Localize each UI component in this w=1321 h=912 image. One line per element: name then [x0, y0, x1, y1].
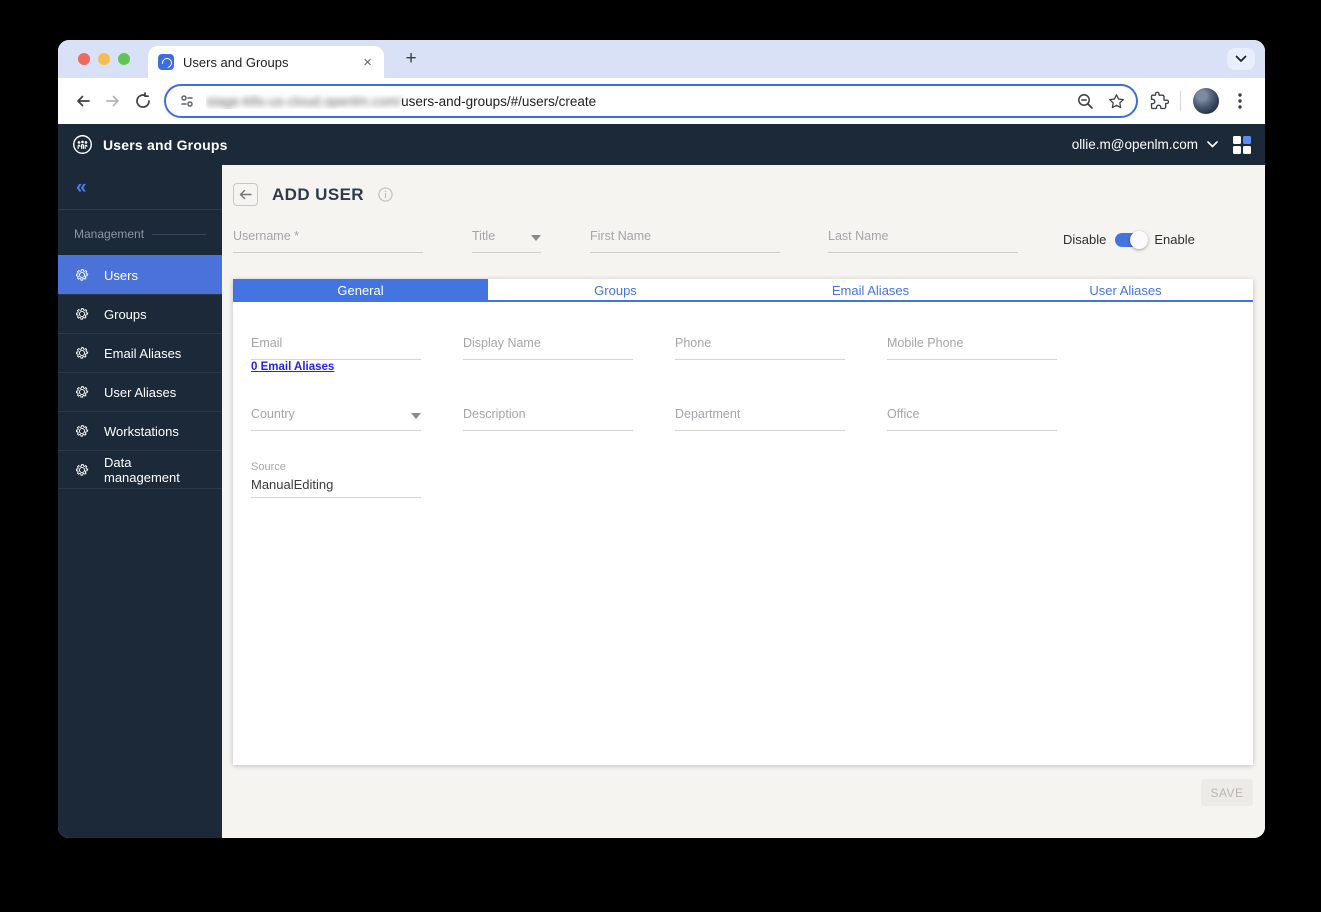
toggle-knob[interactable]	[1130, 230, 1149, 249]
toggle-enable-label: Enable	[1154, 232, 1195, 247]
app-header: Users and Groups ollie.m@openlm.com	[58, 124, 1265, 165]
browser-toolbar: stage-k8s-us-cloud.openlm.com/users-and-…	[58, 78, 1265, 124]
description-input[interactable]: Description	[463, 407, 633, 431]
gear-icon	[74, 345, 90, 361]
phone-input[interactable]: Phone	[675, 336, 845, 360]
sidebar-item-groups[interactable]: Groups	[58, 294, 222, 333]
gear-icon	[74, 462, 90, 478]
country-placeholder: Country	[251, 407, 295, 421]
browser-window: Users and Groups × + stage-k8s-us-cloud.…	[58, 40, 1265, 838]
email-aliases-link[interactable]: 0 Email Aliases	[251, 361, 334, 373]
profile-avatar[interactable]	[1193, 88, 1219, 114]
url-text[interactable]: stage-k8s-us-cloud.openlm.com/users-and-…	[206, 94, 1066, 109]
app-title: Users and Groups	[103, 136, 228, 153]
page-back-button[interactable]	[233, 183, 258, 206]
extensions-icon[interactable]	[1144, 86, 1174, 116]
email-input[interactable]: Email	[251, 336, 421, 360]
url-domain-redacted: stage-k8s-us-cloud.openlm.com/	[206, 93, 402, 109]
source-value: ManualEditing	[251, 477, 334, 492]
username-placeholder: Username *	[233, 229, 299, 243]
account-chevron-down-icon[interactable]	[1207, 141, 1218, 148]
sidebar-item-workstations[interactable]: Workstations	[58, 411, 222, 450]
tab-favicon-icon	[158, 54, 174, 70]
tab-general[interactable]: General	[233, 279, 488, 300]
sidebar-item-label: Email Aliases	[104, 345, 182, 361]
tab-search-chevron-icon[interactable]	[1227, 48, 1255, 70]
tab-close-icon[interactable]: ×	[361, 54, 374, 71]
description-placeholder: Description	[463, 407, 526, 421]
tab-title: Users and Groups	[183, 54, 289, 70]
username-input[interactable]: Username *	[233, 229, 423, 253]
close-window-button[interactable]	[78, 53, 90, 65]
chevron-down-icon	[531, 235, 541, 241]
office-input[interactable]: Office	[887, 407, 1057, 431]
last-name-input[interactable]: Last Name	[828, 229, 1018, 253]
tab-groups[interactable]: Groups	[488, 279, 743, 300]
sidebar-item-label: User Aliases	[104, 384, 177, 400]
apps-grid-icon[interactable]	[1233, 135, 1251, 154]
email-placeholder: Email	[251, 336, 283, 350]
country-select[interactable]: Country	[251, 407, 421, 431]
info-icon[interactable]	[378, 187, 393, 202]
zoom-icon[interactable]	[1076, 92, 1095, 111]
tab-user-aliases[interactable]: User Aliases	[998, 279, 1253, 300]
toggle-disable-label: Disable	[1063, 232, 1107, 247]
main-content: ADD USER Username * Title First Name Las…	[222, 165, 1265, 838]
window-controls	[78, 53, 130, 65]
display-name-input[interactable]: Display Name	[463, 336, 633, 360]
form-tabs: General Groups Email Aliases User Aliase…	[233, 279, 1253, 302]
gear-icon	[74, 423, 90, 439]
browser-tab[interactable]: Users and Groups ×	[148, 46, 384, 78]
page-title: ADD USER	[272, 184, 364, 204]
source-field[interactable]: Source ManualEditing	[251, 461, 421, 498]
chevron-down-icon	[411, 413, 421, 419]
forward-icon[interactable]	[98, 86, 128, 116]
office-placeholder: Office	[887, 407, 920, 421]
users-and-groups-app-icon	[73, 135, 92, 154]
gear-icon	[74, 384, 90, 400]
enable-toggle[interactable]	[1115, 230, 1149, 249]
address-bar[interactable]: stage-k8s-us-cloud.openlm.com/users-and-…	[164, 84, 1138, 118]
user-form-card: General Groups Email Aliases User Aliase…	[233, 279, 1253, 765]
department-input[interactable]: Department	[675, 407, 845, 431]
sidebar-item-email-aliases[interactable]: Email Aliases	[58, 333, 222, 372]
account-email[interactable]: ollie.m@openlm.com	[1072, 137, 1198, 152]
sidebar-collapse-icon[interactable]: «	[58, 165, 222, 210]
mobile-phone-input[interactable]: Mobile Phone	[887, 336, 1057, 360]
url-path: users-and-groups/#/users/create	[401, 93, 597, 109]
title-select[interactable]: Title	[472, 229, 541, 253]
gear-icon	[74, 267, 90, 283]
toolbar-divider	[1180, 91, 1181, 111]
sidebar-item-user-aliases[interactable]: User Aliases	[58, 372, 222, 411]
first-name-placeholder: First Name	[590, 229, 652, 243]
sidebar-section-label: Management	[58, 227, 222, 241]
sidebar-item-users[interactable]: Users	[58, 255, 222, 294]
phone-placeholder: Phone	[675, 336, 712, 350]
gear-icon	[74, 306, 90, 322]
department-placeholder: Department	[675, 407, 741, 421]
back-icon[interactable]	[68, 86, 98, 116]
display-name-placeholder: Display Name	[463, 336, 541, 350]
sidebar-item-data-management[interactable]: Data management	[58, 450, 222, 489]
tab-strip: Users and Groups × +	[58, 40, 1265, 78]
first-name-input[interactable]: First Name	[590, 229, 780, 253]
new-tab-button[interactable]: +	[400, 48, 422, 70]
sidebar-item-label: Workstations	[104, 423, 179, 439]
tab-email-aliases[interactable]: Email Aliases	[743, 279, 998, 300]
bookmark-star-icon[interactable]	[1107, 92, 1126, 111]
maximize-window-button[interactable]	[118, 53, 130, 65]
title-placeholder: Title	[472, 229, 496, 243]
source-label: Source	[251, 461, 286, 473]
sidebar-item-label: Data management	[104, 454, 180, 485]
browser-menu-icon[interactable]	[1225, 86, 1255, 116]
mobile-phone-placeholder: Mobile Phone	[887, 336, 964, 350]
sidebar-item-label: Users	[104, 267, 138, 283]
reload-icon[interactable]	[128, 86, 158, 116]
sidebar: « Management Users Groups Email Aliases	[58, 165, 222, 838]
save-button[interactable]: SAVE	[1201, 779, 1253, 806]
minimize-window-button[interactable]	[98, 53, 110, 65]
site-settings-icon[interactable]	[178, 92, 196, 110]
sidebar-item-label: Groups	[104, 306, 147, 322]
last-name-placeholder: Last Name	[828, 229, 889, 243]
